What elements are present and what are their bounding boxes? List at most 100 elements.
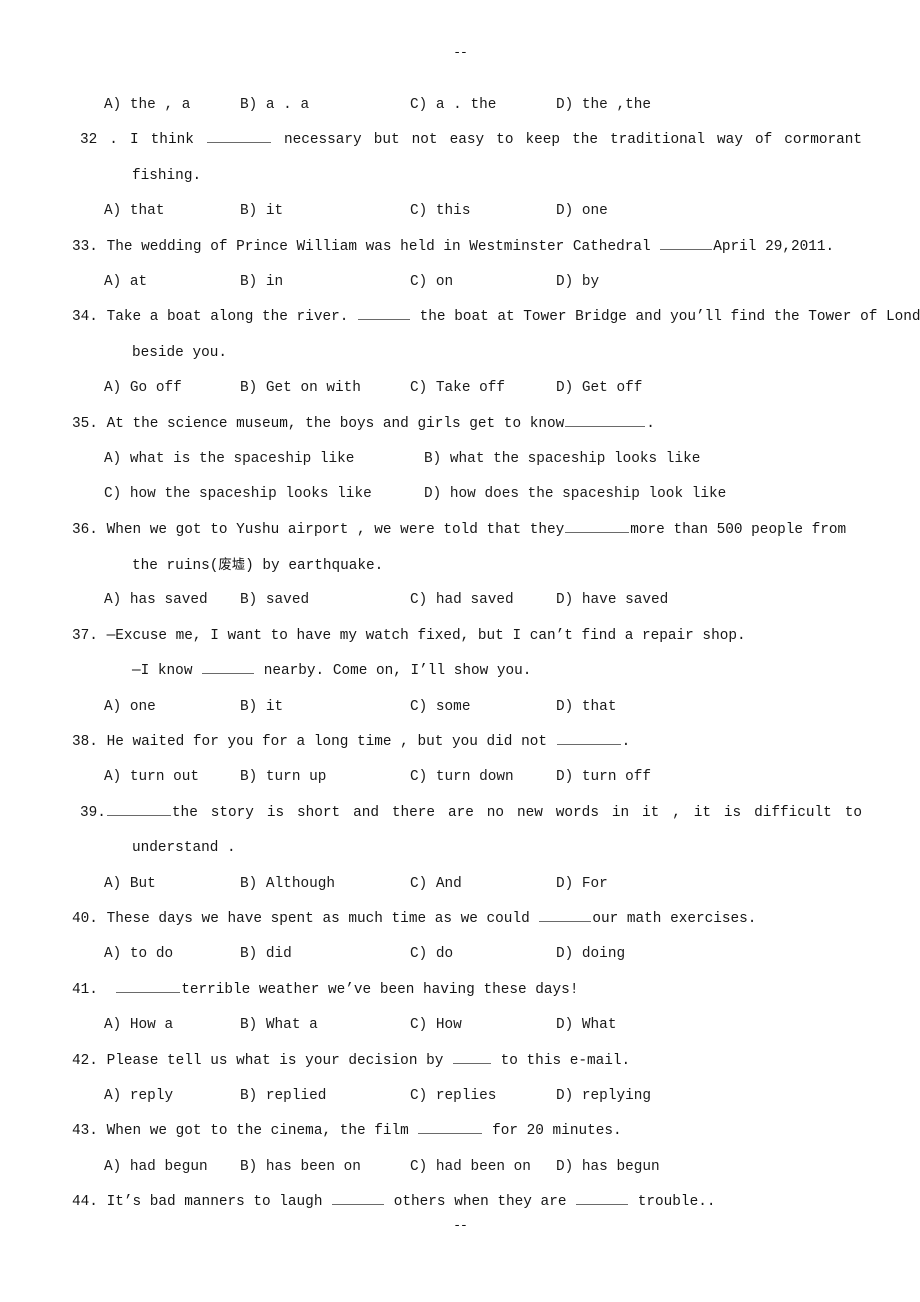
option-c[interactable]: C) had been on	[410, 1150, 531, 1185]
stem-text-before: These days we have spent as much time as…	[106, 910, 530, 927]
option-d[interactable]: D) has begun	[556, 1150, 660, 1185]
option-c[interactable]: C) And	[410, 867, 462, 902]
stem-text-after: our math exercises.	[592, 910, 757, 927]
answer-blank[interactable]	[358, 306, 411, 321]
option-d[interactable]: D) Get off	[556, 371, 642, 406]
option-a[interactable]: A) what is the spaceship like	[104, 442, 354, 477]
option-row-q34: A) Go off B) Get on with C) Take off D) …	[72, 371, 862, 406]
option-a[interactable]: A) But	[104, 867, 156, 902]
option-b[interactable]: B) a . a	[240, 88, 309, 123]
continuation-post: ) by earthquake.	[245, 558, 384, 575]
option-b[interactable]: B) What a	[240, 1008, 318, 1043]
question-number: 33.	[72, 238, 98, 255]
stem-text-after: more than 500 people from	[630, 521, 847, 538]
question-continuation-39: understand .	[132, 840, 236, 857]
option-b[interactable]: B) saved	[240, 583, 309, 618]
question-stem-33: 33. The wedding of Prince William was he…	[72, 230, 862, 265]
stem-text-after: the story is short and there are no new …	[171, 804, 862, 821]
option-c[interactable]: C) some	[410, 690, 470, 725]
option-c[interactable]: C) a . the	[410, 88, 496, 123]
option-d[interactable]: D) What	[556, 1008, 616, 1043]
option-a[interactable]: A) one	[104, 690, 156, 725]
answer-blank[interactable]	[206, 129, 271, 144]
option-b[interactable]: B) it	[240, 690, 283, 725]
option-b[interactable]: B) in	[240, 265, 283, 300]
answer-blank[interactable]	[106, 801, 171, 816]
option-b[interactable]: B) what the spaceship looks like	[424, 442, 700, 477]
option-d[interactable]: D) that	[556, 690, 616, 725]
option-b[interactable]: B) did	[240, 937, 292, 972]
answer-blank[interactable]	[418, 1120, 483, 1135]
option-d[interactable]: D) have saved	[556, 583, 668, 618]
answer-blank[interactable]	[565, 412, 646, 427]
question-stem-41: 41. terrible weather we’ve been having t…	[72, 973, 862, 1008]
option-d[interactable]: D) For	[556, 867, 608, 902]
option-d[interactable]: D) the ,the	[556, 88, 651, 123]
option-a[interactable]: A) reply	[104, 1079, 173, 1114]
stem-text-part3: trouble..	[637, 1194, 716, 1211]
answer-blank[interactable]	[576, 1190, 629, 1206]
answer-blank[interactable]	[332, 1190, 385, 1206]
question-number: 37.	[72, 627, 98, 644]
option-c[interactable]: C) do	[410, 937, 453, 972]
question-stem-39: 39. the story is short and there are no n…	[72, 796, 862, 831]
question-number: 44.	[72, 1194, 98, 1211]
answer-blank[interactable]	[202, 660, 255, 675]
question-number: 38.	[72, 734, 98, 751]
option-b[interactable]: B) has been on	[240, 1150, 361, 1185]
option-b[interactable]: B) Although	[240, 867, 335, 902]
stem-text-after: for 20 minutes.	[492, 1123, 622, 1140]
question-stem-37: 37. —Excuse me, I want to have my watch …	[72, 619, 862, 654]
answer-blank[interactable]	[539, 907, 592, 922]
option-d[interactable]: D) how does the spaceship look like	[424, 477, 726, 512]
stem-text-before: I think	[130, 132, 194, 149]
question-continuation-32: fishing.	[132, 167, 202, 184]
answer-blank[interactable]	[556, 730, 621, 746]
answer-blank[interactable]	[116, 978, 181, 993]
option-c[interactable]: C) replies	[410, 1079, 496, 1114]
option-a[interactable]: A) Go off	[104, 371, 182, 406]
question-number: 43.	[72, 1123, 98, 1140]
question-stem-40: 40. These days we have spent as much tim…	[72, 902, 862, 937]
option-c[interactable]: C) Take off	[410, 371, 505, 406]
option-c[interactable]: C) this	[410, 194, 470, 229]
option-a[interactable]: A) that	[104, 194, 164, 229]
option-row-q32: A) that B) it C) this D) one	[72, 194, 862, 229]
option-a[interactable]: A) the , a	[104, 88, 190, 123]
option-c[interactable]: C) had saved	[410, 583, 514, 618]
option-b[interactable]: B) replied	[240, 1079, 326, 1114]
option-c[interactable]: C) How	[410, 1008, 462, 1043]
question-number: 32 .	[80, 132, 118, 149]
option-a[interactable]: A) to do	[104, 937, 173, 972]
option-a[interactable]: A) How a	[104, 1008, 173, 1043]
option-c[interactable]: C) how the spaceship looks like	[104, 477, 372, 512]
option-d[interactable]: D) turn off	[556, 760, 651, 795]
option-b[interactable]: B) it	[240, 194, 283, 229]
answer-blank[interactable]	[453, 1049, 491, 1064]
option-b[interactable]: B) turn up	[240, 760, 326, 795]
option-a[interactable]: A) had begun	[104, 1150, 208, 1185]
option-b[interactable]: B) Get on with	[240, 371, 361, 406]
option-row-q31: A) the , a B) a . a C) a . the D) the ,t…	[72, 88, 862, 123]
question-stem-36: 36. When we got to Yushu airport , we we…	[72, 513, 862, 548]
answer-blank[interactable]	[660, 235, 713, 250]
option-c[interactable]: C) on	[410, 265, 453, 300]
continuation-pre: the ruins(	[132, 558, 219, 575]
option-row-q42: A) reply B) replied C) replies D) replyi…	[72, 1079, 862, 1114]
answer-blank[interactable]	[565, 518, 630, 533]
option-row-q38: A) turn out B) turn up C) turn down D) t…	[72, 760, 862, 795]
option-d[interactable]: D) one	[556, 194, 608, 229]
option-row-q40: A) to do B) did C) do D) doing	[72, 937, 862, 972]
option-c[interactable]: C) turn down	[410, 760, 514, 795]
question-number: 34.	[72, 309, 98, 326]
question-number: 36.	[72, 521, 98, 538]
option-a[interactable]: A) has saved	[104, 583, 208, 618]
stem-text-part2: others when they are	[393, 1194, 567, 1211]
option-d[interactable]: D) by	[556, 265, 599, 300]
option-d[interactable]: D) replying	[556, 1079, 651, 1114]
option-a[interactable]: A) turn out	[104, 760, 199, 795]
option-a[interactable]: A) at	[104, 265, 147, 300]
stem-text-after: .	[621, 734, 631, 751]
stem-text-after: to this e-mail.	[500, 1052, 631, 1069]
option-d[interactable]: D) doing	[556, 937, 625, 972]
